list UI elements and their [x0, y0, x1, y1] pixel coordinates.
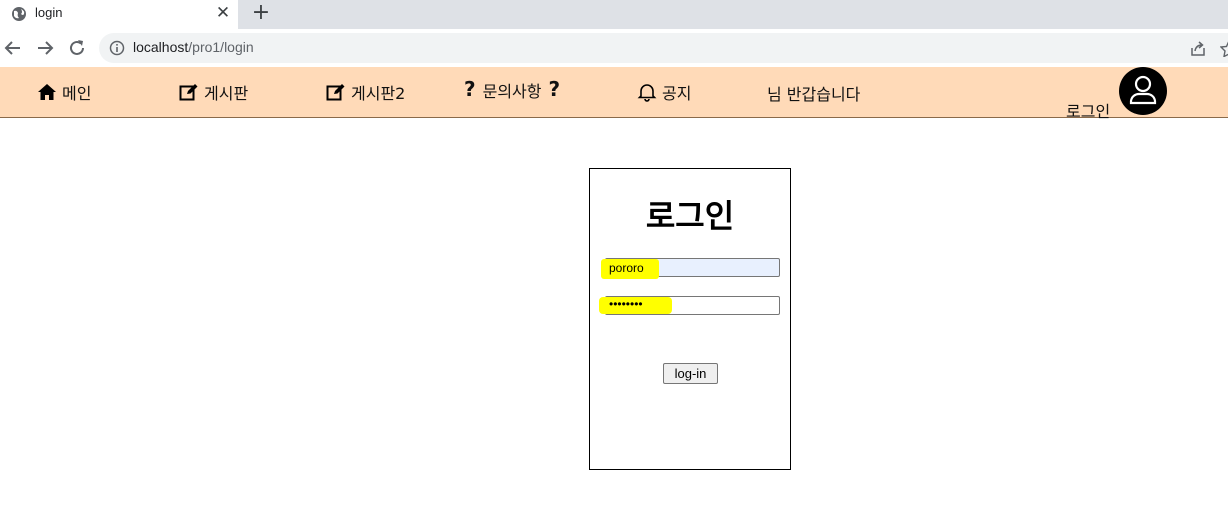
globe-icon: [12, 7, 26, 21]
url-host: localhost: [133, 39, 189, 55]
bell-icon: [637, 84, 657, 102]
nav-item-main-label: 메인: [62, 84, 92, 103]
forward-arrow-icon[interactable]: [34, 37, 56, 59]
question-icon: ?: [548, 77, 561, 101]
address-bar[interactable]: localhost/pro1/login: [99, 33, 1228, 63]
password-input-value: ••••••••: [609, 297, 643, 311]
url-path: /pro1/login: [188, 39, 254, 55]
nav-item-board-label: 게시판: [204, 84, 249, 103]
user-icon: [1129, 75, 1157, 105]
url-text: localhost/pro1/login: [133, 39, 254, 55]
login-button[interactable]: log-in: [663, 363, 718, 384]
edit-icon: [326, 84, 345, 101]
nav-item-main[interactable]: 메인: [37, 81, 91, 103]
new-tab-button[interactable]: +: [250, 1, 272, 25]
share-icon[interactable]: [1190, 40, 1207, 57]
login-link[interactable]: 로그인: [1066, 98, 1110, 122]
user-avatar[interactable]: [1119, 67, 1167, 115]
close-tab-icon[interactable]: ✕: [214, 4, 232, 22]
nav-item-board2-label: 게시판2: [351, 84, 406, 103]
nav-item-inquiry[interactable]: ? 문의사항 ?: [464, 77, 561, 101]
home-icon: [38, 84, 56, 100]
nav-item-board2[interactable]: 게시판2: [326, 81, 405, 103]
reload-icon[interactable]: [66, 37, 88, 59]
greeting-text: 님 반갑습니다: [767, 85, 861, 104]
site-nav: 메인 게시판 게시판2 ? 문의사항 ? 공지 님 반갑습니다 로그인: [0, 67, 1228, 121]
bookmark-star-icon[interactable]: [1220, 39, 1228, 57]
browser-tab-strip: login ✕ +: [0, 0, 1228, 29]
info-icon[interactable]: [109, 40, 125, 56]
id-input-value: pororo: [609, 261, 644, 275]
nav-item-inquiry-label: 문의사항: [482, 82, 542, 101]
browser-tab[interactable]: login ✕: [0, 0, 238, 29]
nav-item-notice[interactable]: 공지: [637, 81, 691, 103]
edit-icon: [179, 84, 198, 101]
tab-title: login: [35, 5, 63, 20]
login-form: 로그인 pororo •••••••• log-in: [589, 168, 791, 470]
back-arrow-icon[interactable]: [2, 37, 24, 59]
nav-item-board[interactable]: 게시판: [179, 81, 248, 103]
browser-toolbar: localhost/pro1/login: [0, 29, 1228, 67]
login-title: 로그인: [645, 197, 735, 235]
question-icon: ?: [464, 77, 476, 101]
nav-item-notice-label: 공지: [662, 84, 692, 103]
